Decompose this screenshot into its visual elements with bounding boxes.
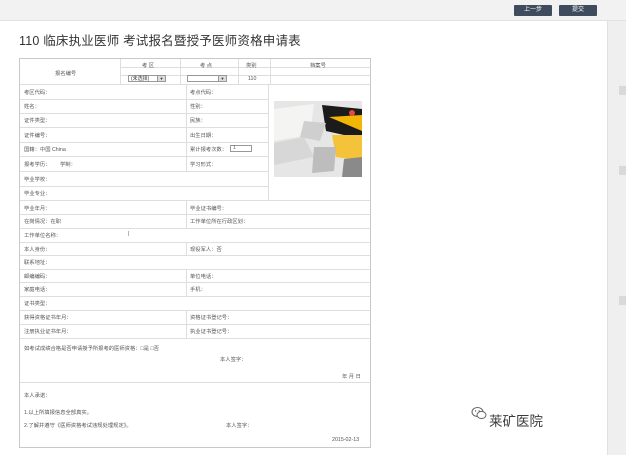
- cumulative-exam-value: 1: [233, 145, 236, 151]
- watermark-text: 莱矿医院: [489, 414, 543, 429]
- side-marker: [619, 166, 626, 175]
- id-type-field: 证件类型：: [24, 118, 51, 124]
- work-unit-field: 工作单位名称：: [24, 233, 62, 239]
- apply-date: 年 月 日: [342, 374, 361, 380]
- qual-cert-year-field: 获得资格证书年月：: [24, 315, 72, 321]
- category-value: 110: [248, 76, 257, 82]
- license-no-field: 执业证书登记号：: [190, 329, 233, 335]
- promise-item-2: 2.了解并遵守《医师资格考试违规处理规定》。: [24, 423, 132, 429]
- military-field: 现役军人：否: [190, 247, 222, 253]
- exam-area-select[interactable]: (未选择) ▼: [128, 75, 166, 82]
- side-marker: [619, 296, 626, 305]
- exam-point-code-field: 考点代码：: [190, 90, 217, 96]
- chevron-down-icon: ▼: [157, 76, 165, 81]
- qual-cert-no-field: 资格证书登记号：: [190, 315, 233, 321]
- previous-step-button[interactable]: 上一步: [514, 5, 552, 16]
- file-no-header: 档案号: [310, 63, 326, 69]
- diploma-no-field: 毕业证书编号：: [190, 206, 228, 212]
- work-unit-marker: |: [128, 231, 130, 237]
- application-form: 报名编号 考 区 考 点 类别 档案号 (未选择) ▼ ▼ 110 考区代码： …: [19, 58, 371, 448]
- license-year-field: 注册执业证书年月：: [24, 329, 72, 335]
- cert-type-field: 证书类型：: [24, 301, 51, 307]
- graduate-school-field: 毕业学校：: [24, 177, 51, 183]
- promise-item-1: 1.以上所填报信息全部真实。: [24, 410, 92, 416]
- apply-signature: 本人签字：: [220, 357, 247, 363]
- home-phone-field: 家庭电话：: [24, 287, 51, 293]
- birth-date-field: 出生日期：: [190, 133, 217, 139]
- mobile-field: 手机：: [190, 287, 206, 293]
- identity-field: 本人身份：: [24, 247, 51, 253]
- education-system: 学制：: [60, 162, 76, 168]
- ethnicity-field: 民族：: [190, 118, 206, 124]
- exam-point-header: 考 点: [200, 63, 213, 69]
- page-title: 110 临床执业医师 考试报名暨授予医师资格申请表: [19, 34, 301, 48]
- cumulative-exam-stepper[interactable]: 1: [230, 145, 252, 152]
- graduate-year-field: 毕业年月：: [24, 206, 51, 212]
- reg-no-label: 报名编号: [55, 71, 77, 77]
- work-region-field: 工作单位所在行政区划：: [190, 219, 249, 225]
- exam-point-select[interactable]: ▼: [187, 75, 227, 82]
- graduate-major-field: 毕业专业：: [24, 191, 51, 197]
- gender-field: 性别：: [190, 104, 206, 110]
- work-status-field: 在岗情况：在职: [24, 219, 62, 225]
- exam-area-code-field: 考区代码：: [24, 90, 51, 96]
- wechat-icon: [471, 407, 487, 420]
- exam-area-select-value: (未选择): [131, 76, 150, 82]
- category-header: 类别: [246, 63, 257, 69]
- postcode-field: 邮编编码：: [24, 274, 51, 280]
- name-field: 姓名：: [24, 104, 40, 110]
- promise-date: 2015-02-13: [332, 437, 360, 443]
- nationality-field: 国籍：中国 China: [24, 147, 66, 153]
- promise-heading: 本人承诺：: [24, 393, 51, 399]
- cumulative-exam-label: 累计报考次数：: [190, 147, 228, 153]
- chevron-down-icon: ▼: [218, 76, 226, 81]
- unit-phone-field: 单位电话：: [190, 274, 217, 280]
- apply-question: 如考试成绩合格是否申请授予所报考的医师资格：□是 □否: [24, 346, 159, 352]
- study-form-field: 学习形式：: [190, 162, 217, 168]
- applicant-photo: [274, 101, 362, 177]
- id-number-field: 证件编号：: [24, 133, 51, 139]
- side-marker: [619, 86, 626, 95]
- promise-signature: 本人签字：: [226, 423, 253, 429]
- education-label: 报考学历：: [24, 162, 51, 168]
- address-field: 联系地址：: [24, 260, 51, 266]
- exam-area-header: 考 区: [142, 63, 155, 69]
- submit-button[interactable]: 提交: [559, 5, 597, 16]
